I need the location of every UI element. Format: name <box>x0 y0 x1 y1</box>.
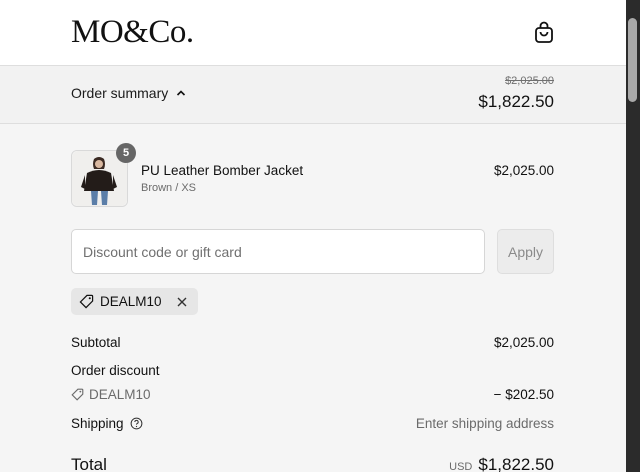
subtotal-value: $2,025.00 <box>493 335 554 350</box>
product-name: PU Leather Bomber Jacket <box>141 163 304 178</box>
shipping-value: Enter shipping address <box>415 416 554 431</box>
scrollbar-thumb[interactable] <box>628 18 637 102</box>
product-variant: Brown / XS <box>141 182 197 194</box>
total-amount: $1,822.50 <box>478 455 554 472</box>
tag-icon <box>79 294 94 309</box>
shopping-bag-icon[interactable] <box>533 20 555 44</box>
product-price: $2,025.00 <box>493 163 554 178</box>
order-discount-label: Order discount <box>71 363 160 378</box>
apply-discount-button[interactable]: Apply <box>497 229 554 274</box>
total-currency: USD <box>449 461 473 472</box>
order-discount-value: − $202.50 <box>493 387 554 402</box>
order-summary-bar: Order summary $2,025.00 $1,822.50 <box>0 66 626 124</box>
tag-icon <box>71 388 84 401</box>
order-discount-code-row: DEALM10 <box>71 387 151 402</box>
quantity-badge: 5 <box>116 143 136 163</box>
applied-discount-chip: DEALM10 <box>71 288 198 315</box>
site-header: MO&Co. <box>0 0 626 66</box>
shipping-row-label: Shipping <box>71 416 143 431</box>
brand-logo[interactable]: MO&Co. <box>71 14 194 51</box>
order-summary-label: Order summary <box>71 85 169 101</box>
subtotal-label: Subtotal <box>71 335 121 350</box>
total-label: Total <box>71 455 107 472</box>
order-summary-content: 5 PU Leather Bomber Jacket Brown / XS $2… <box>0 125 626 472</box>
applied-discount-code: DEALM10 <box>100 294 162 309</box>
original-price: $2,025.00 <box>505 75 554 87</box>
help-circle-icon[interactable] <box>130 417 143 430</box>
chevron-up-icon <box>177 90 186 96</box>
shipping-label: Shipping <box>71 416 124 431</box>
discount-code-input[interactable] <box>71 229 485 274</box>
order-summary-toggle[interactable]: Order summary <box>71 85 186 101</box>
total-value-row: USD $1,822.50 <box>449 455 554 472</box>
order-discount-code: DEALM10 <box>89 387 151 402</box>
close-icon[interactable] <box>176 296 188 308</box>
product-image: 5 <box>71 143 136 207</box>
discounted-price: $1,822.50 <box>478 92 554 111</box>
